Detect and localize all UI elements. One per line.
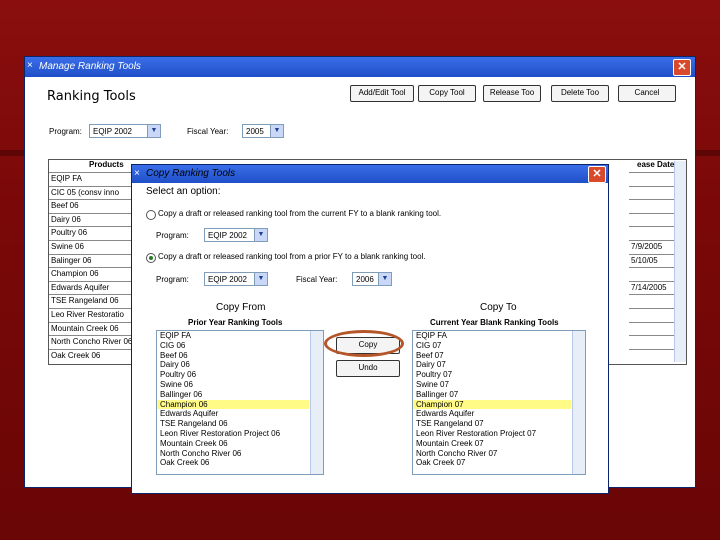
from-list-header: Prior Year Ranking Tools [188,318,283,327]
select-option-label: Select an option: [146,186,221,197]
table-scrollbar[interactable] [674,161,686,362]
window-app-icon: × [134,168,140,179]
list-item[interactable]: Champion 06 [157,399,309,410]
program-select[interactable]: EQIP 2002 ▼ [89,124,161,138]
list-item[interactable]: Poultry 07 [413,370,571,380]
cancel-button[interactable]: Cancel [618,85,676,102]
copy-ranking-tools-dialog: × Copy Ranking Tools ✕ Select an option:… [131,164,609,494]
list-item[interactable]: Beef 06 [157,351,309,361]
column-header-release-date: ease Date [637,160,675,169]
fiscal-year-select[interactable]: 2005 ▼ [242,124,284,138]
list-scrollbar[interactable] [310,331,323,474]
option-prior-fy-text: Copy a draft or released ranking tool fr… [158,252,426,261]
list-item[interactable]: Oak Creek 06 [157,458,309,468]
list-item[interactable]: Mountain Creek 06 [157,439,309,449]
fiscal-year-value: 2005 [246,127,264,136]
option-current-fy-text: Copy a draft or released ranking tool fr… [158,209,442,218]
copy-to-label: Copy To [480,302,517,313]
program-value: EQIP 2002 [208,275,247,284]
undo-button[interactable]: Undo [336,360,400,377]
list-item[interactable]: Ballinger 07 [413,390,571,400]
program-label: Program: [49,127,82,136]
manage-window-titlebar: × Manage Ranking Tools ✕ [25,57,695,77]
fiscal-year-select-prior[interactable]: 2006 ▼ [352,272,392,286]
chevron-down-icon: ▼ [147,125,160,137]
list-item[interactable]: CIG 07 [413,341,571,351]
close-icon[interactable]: ✕ [673,59,691,76]
program-label: Program: [156,275,189,284]
copy-from-label: Copy From [216,302,266,313]
program-label: Program: [156,231,189,240]
fiscal-year-label: Fiscal Year: [187,127,229,136]
copy-to-list[interactable]: EQIP FA CIG 07 Beef 07 Dairy 07 Poultry 07 Sw… [412,330,586,475]
chevron-down-icon: ▼ [254,273,267,285]
list-item[interactable]: Beef 07 [413,351,571,361]
list-item[interactable]: Leon River Restoration Project 07 [413,429,571,439]
delete-tool-button[interactable]: Delete Too [551,85,609,102]
window-app-icon: × [27,60,33,71]
program-select-current[interactable]: EQIP 2002 ▼ [204,228,268,242]
list-item[interactable]: Dairy 07 [413,360,571,370]
chevron-down-icon: ▼ [270,125,283,137]
option-prior-fy-radio[interactable] [146,253,156,263]
column-header-products: Products [89,160,124,169]
copy-tool-button[interactable]: Copy Tool [418,85,476,102]
add-edit-tool-button[interactable]: Add/Edit Tool [350,85,414,102]
list-item[interactable]: Champion 07 [413,399,571,410]
page-title: Ranking Tools [47,89,136,104]
list-item[interactable]: Swine 06 [157,380,309,390]
list-item[interactable]: EQIP FA [413,331,571,341]
list-item[interactable]: Ballinger 06 [157,390,309,400]
chevron-down-icon: ▼ [254,229,267,241]
list-item[interactable]: Mountain Creek 07 [413,439,571,449]
option-current-fy-radio[interactable] [146,210,156,220]
list-item[interactable]: TSE Rangeland 07 [413,419,571,429]
to-list-header: Current Year Blank Ranking Tools [430,318,559,327]
chevron-down-icon: ▼ [378,273,391,285]
copy-dialog-titlebar: × Copy Ranking Tools ✕ [132,165,608,183]
list-item[interactable]: North Concho River 06 [157,449,309,459]
list-item[interactable]: Edwards Aquifer [413,409,571,419]
close-icon[interactable]: ✕ [588,166,606,183]
list-item[interactable]: CIG 06 [157,341,309,351]
program-select-prior[interactable]: EQIP 2002 ▼ [204,272,268,286]
list-item[interactable]: Oak Creek 07 [413,458,571,468]
list-item[interactable]: Edwards Aquifer [157,409,309,419]
list-item[interactable]: Poultry 06 [157,370,309,380]
copy-button-highlight-annotation [324,330,404,357]
fiscal-year-label: Fiscal Year: [296,275,338,284]
list-item[interactable]: Dairy 06 [157,360,309,370]
copy-from-list[interactable]: EQIP FA CIG 06 Beef 06 Dairy 06 Poultry 06 Sw… [156,330,324,475]
list-item[interactable]: Leon River Restoration Project 06 [157,429,309,439]
manage-window-title: Manage Ranking Tools [39,61,141,72]
list-item[interactable]: TSE Rangeland 06 [157,419,309,429]
program-value: EQIP 2002 [93,127,132,136]
release-tool-button[interactable]: Release Too [483,85,541,102]
list-item[interactable]: North Concho River 07 [413,449,571,459]
copy-dialog-title: Copy Ranking Tools [146,168,236,179]
program-value: EQIP 2002 [208,231,247,240]
list-item[interactable]: EQIP FA [157,331,309,341]
fiscal-year-value: 2006 [356,275,374,284]
list-item[interactable]: Swine 07 [413,380,571,390]
list-scrollbar[interactable] [572,331,585,474]
